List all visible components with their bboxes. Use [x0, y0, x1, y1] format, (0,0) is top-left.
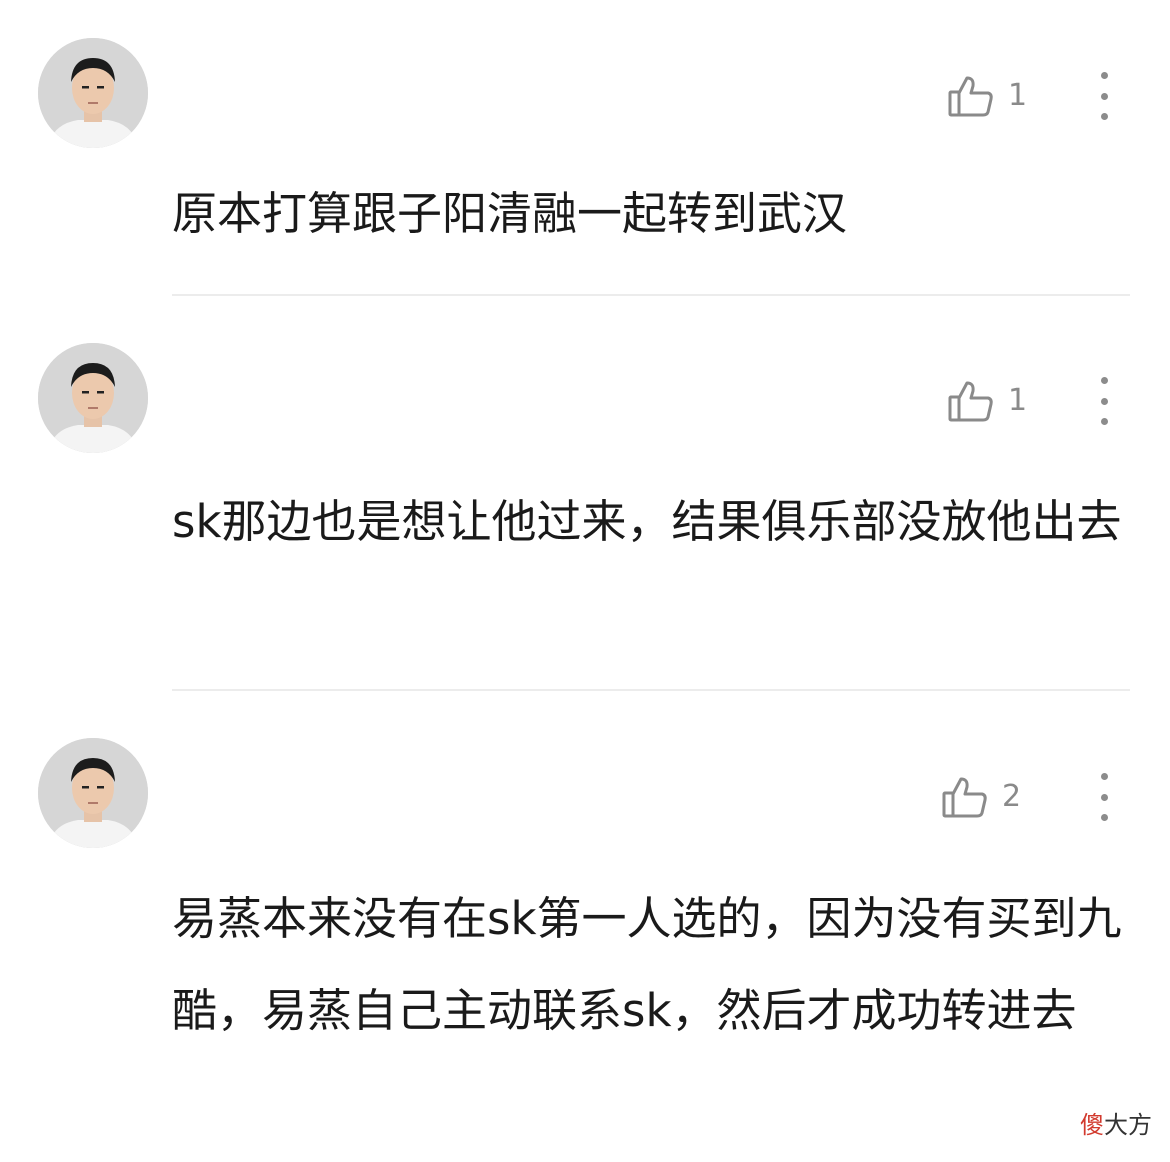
- comment-text: 原本打算跟子阳清融一起转到武汉: [172, 187, 848, 240]
- like-count: 2: [1002, 779, 1022, 814]
- comment-text: 易蒸本来没有在sk第一人选的，因为没有买到九酷，易蒸自己主动联系sk，然后才成功…: [172, 892, 1122, 1037]
- user-avatar[interactable]: [38, 738, 148, 848]
- like-button[interactable]: 1: [948, 379, 1027, 423]
- divider: [172, 689, 1130, 691]
- like-button[interactable]: 2: [942, 775, 1021, 819]
- user-avatar-icon: [38, 343, 148, 453]
- more-options-button[interactable]: [1094, 773, 1114, 821]
- watermark-char: 大方: [1104, 1111, 1152, 1139]
- more-vertical-icon: [1100, 773, 1108, 780]
- watermark-char-red: 傻: [1080, 1111, 1104, 1139]
- divider: [172, 294, 1130, 296]
- user-avatar-icon: [38, 38, 148, 148]
- like-button[interactable]: 1: [948, 74, 1027, 118]
- user-avatar[interactable]: [38, 343, 148, 453]
- thumbs-up-icon: [948, 379, 994, 423]
- more-vertical-icon: [1100, 72, 1108, 79]
- thumbs-up-icon: [942, 775, 988, 819]
- like-count: 1: [1008, 383, 1028, 418]
- comment-text: sk那边也是想让他过来，结果俱乐部没放他出去: [172, 495, 1122, 548]
- watermark: 傻 大方: [1080, 1105, 1152, 1140]
- thumbs-up-icon: [948, 74, 994, 118]
- more-options-button[interactable]: [1094, 377, 1114, 425]
- user-avatar-icon: [38, 738, 148, 848]
- like-count: 1: [1008, 78, 1028, 113]
- more-options-button[interactable]: [1094, 72, 1114, 120]
- user-avatar[interactable]: [38, 38, 148, 148]
- more-vertical-icon: [1100, 377, 1108, 384]
